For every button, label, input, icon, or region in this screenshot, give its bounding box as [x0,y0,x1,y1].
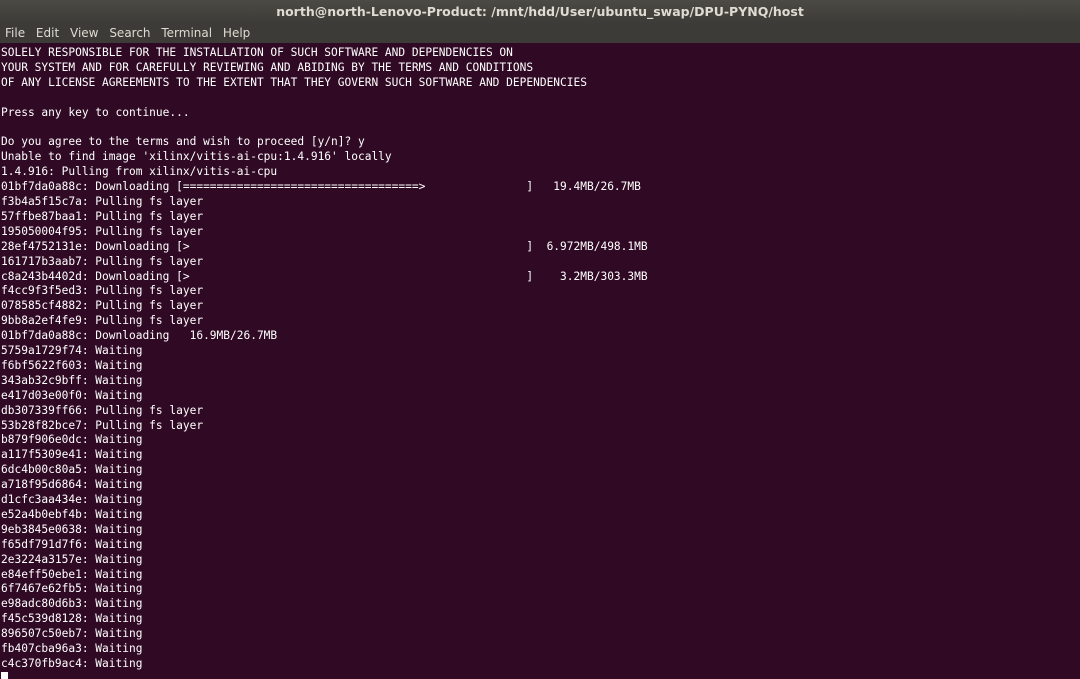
terminal-cursor [1,671,8,679]
terminal-line: OF ANY LICENSE AGREEMENTS TO THE EXTENT … [1,75,587,89]
terminal-line: f4cc9f3f5ed3: Pulling fs layer [1,284,204,298]
terminal-line: 078585cf4882: Pulling fs layer [1,299,204,313]
terminal-line: 343ab32c9bff: Waiting [1,373,143,387]
menu-terminal[interactable]: Terminal [159,24,214,43]
menu-search[interactable]: Search [107,24,152,43]
terminal-line: fb407cba96a3: Waiting [1,642,143,655]
terminal-line: YOUR SYSTEM AND FOR CAREFULLY REVIEWING … [1,60,534,74]
terminal-line: db307339ff66: Pulling fs layer [1,403,204,417]
menu-view[interactable]: View [68,24,100,43]
terminal-line: f3b4a5f15c7a: Pulling fs layer [1,195,204,208]
window-title: north@north-Lenovo-Product: /mnt/hdd/Use… [0,0,1080,24]
terminal-line: f65df791d7f6: Waiting [1,537,143,551]
terminal-line: 01bf7da0a88c: Downloading 16.9MB/26.7MB [1,329,278,343]
terminal-line: d1cfc3aa434e: Waiting [1,493,143,506]
terminal-line: 9eb3845e0638: Waiting [1,522,143,536]
terminal-line: f45c539d8128: Waiting [1,612,143,626]
terminal-line: c4c370fb9ac4: Waiting [1,656,143,670]
menu-help[interactable]: Help [221,24,252,43]
terminal-output[interactable]: SOLELY RESPONSIBLE FOR THE INSTALLATION … [0,44,1080,679]
terminal-line: e52a4b0ebf4b: Waiting [1,507,143,521]
menu-bar: File Edit View Search Terminal Help [0,24,1080,43]
terminal-line: Unable to find image 'xilinx/vitis-ai-cp… [1,150,392,164]
terminal-line: b879f906e0dc: Waiting [1,433,143,447]
terminal-line: 896507c50eb7: Waiting [1,627,143,641]
terminal-line: 161717b3aab7: Pulling fs layer [1,254,204,268]
terminal-line: 2e3224a3157e: Waiting [1,552,143,566]
terminal-line: 5759a1729f74: Waiting [1,344,143,357]
terminal-line: 195050004f95: Pulling fs layer [1,224,204,238]
terminal-window: north@north-Lenovo-Product: /mnt/hdd/Use… [0,0,1080,679]
terminal-line: e84eff50ebe1: Waiting [1,567,143,581]
terminal-line: a718f95d6864: Waiting [1,478,143,492]
terminal-line: 9bb8a2ef4fe9: Pulling fs layer [1,314,204,328]
terminal-line: Do you agree to the terms and wish to pr… [1,135,365,149]
terminal-line: e98adc80d6b3: Waiting [1,597,143,611]
terminal-line: 6dc4b00c80a5: Waiting [1,463,143,477]
terminal-line: Press any key to continue... [1,105,190,119]
terminal-line: 6f7467e62fb5: Waiting [1,582,143,596]
terminal-line: e417d03e00f0: Waiting [1,388,143,402]
terminal-line: 01bf7da0a88c: Downloading [=============… [1,180,641,194]
terminal-line: 53b28f82bce7: Pulling fs layer [1,418,204,432]
terminal-line: c8a243b4402d: Downloading [> ] 3.2MB/303… [1,269,648,283]
terminal-line: f6bf5622f603: Waiting [1,358,143,372]
terminal-line: 57ffbe87baa1: Pulling fs layer [1,209,204,223]
terminal-line: 28ef4752131e: Downloading [> ] 6.972MB/4… [1,239,648,253]
menu-edit[interactable]: Edit [34,24,61,43]
terminal-line: a117f5309e41: Waiting [1,448,143,462]
terminal-line: 1.4.916: Pulling from xilinx/vitis-ai-cp… [1,165,278,179]
terminal-line: SOLELY RESPONSIBLE FOR THE INSTALLATION … [1,46,513,59]
menu-file[interactable]: File [3,24,27,43]
